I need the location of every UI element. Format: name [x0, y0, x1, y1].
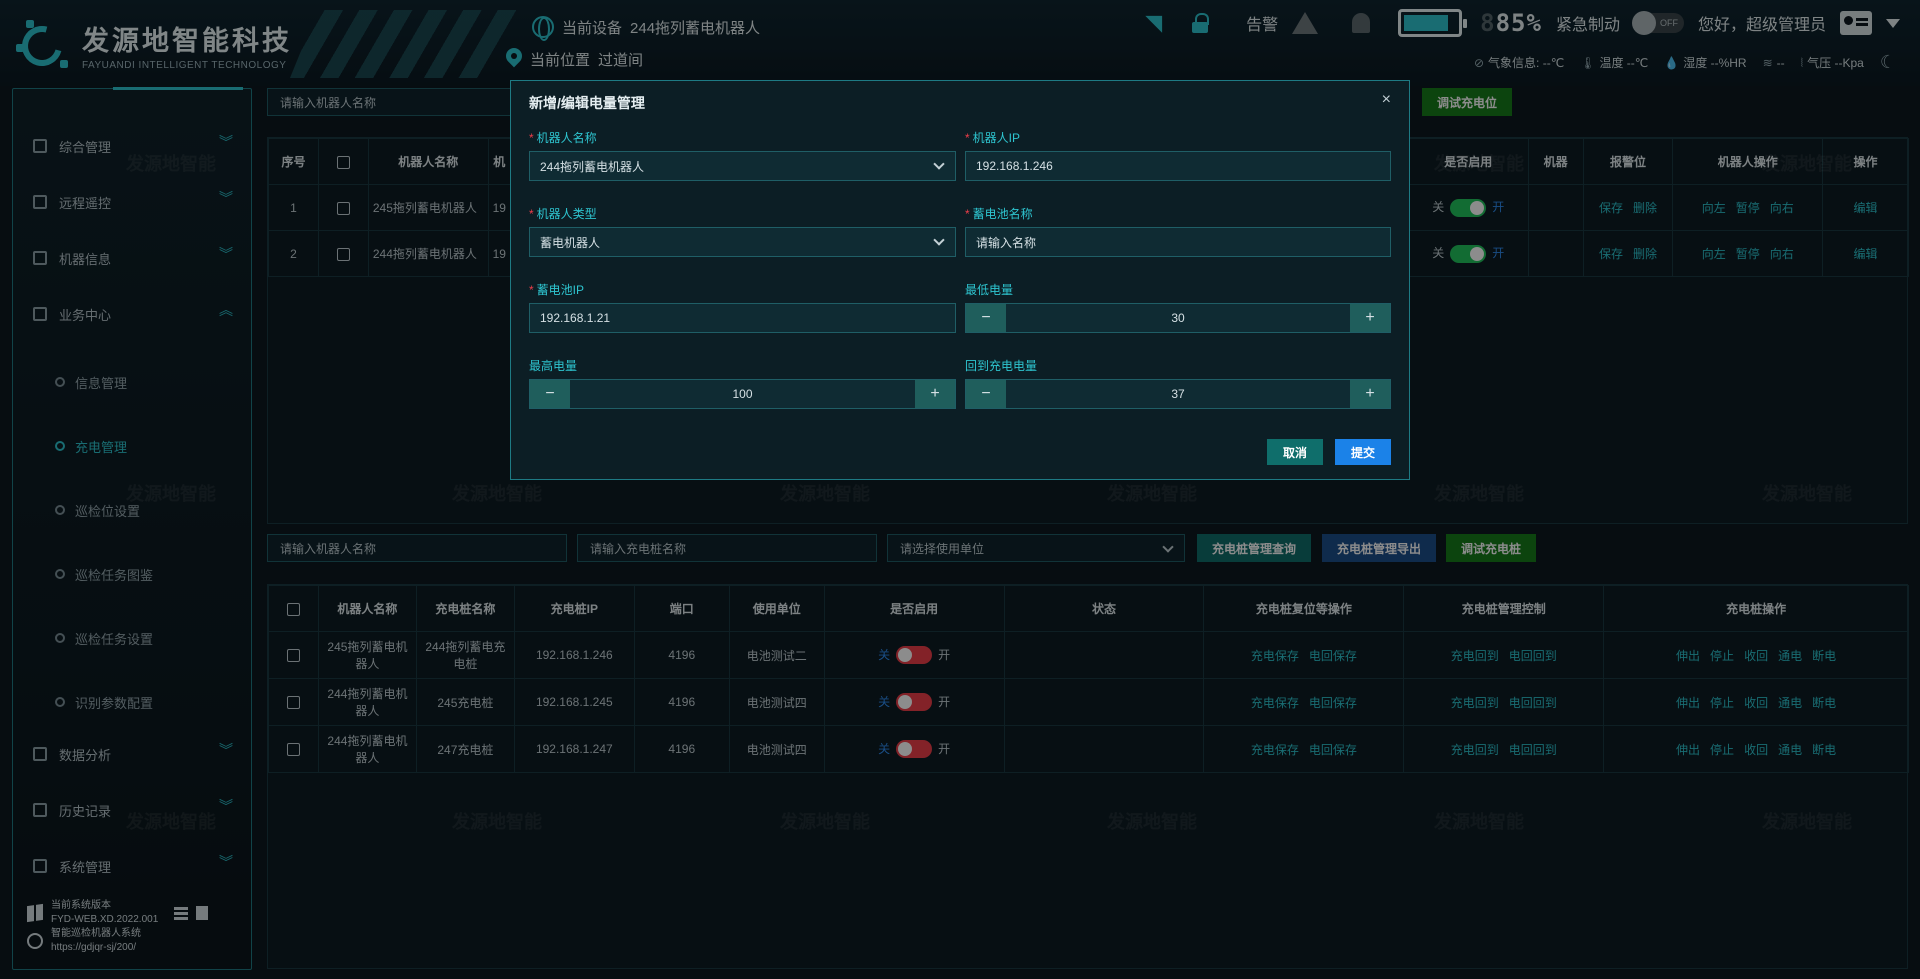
robot-name-label: * 机器人名称: [529, 131, 597, 145]
battery-ip-label: * 蓄电池IP: [529, 283, 585, 297]
plus-icon[interactable]: +: [915, 380, 955, 408]
power-management-modal: 新增/编辑电量管理 × * 机器人名称 244拖列蓄电机器人 * 机器人IP 192…: [510, 80, 1410, 480]
max-power-label: 最高电量: [529, 359, 578, 373]
submit-button[interactable]: 提交: [1335, 439, 1391, 465]
minus-icon[interactable]: −: [966, 380, 1006, 408]
return-power-label: 回到充电电量: [965, 359, 1038, 373]
minus-icon[interactable]: −: [966, 304, 1006, 332]
chevron-down-icon: [933, 234, 945, 246]
cancel-button[interactable]: 取消: [1267, 439, 1323, 465]
battery-name-label: * 蓄电池名称: [965, 207, 1033, 221]
robot-ip-label: * 机器人IP: [965, 131, 1021, 145]
robot-ip-field[interactable]: 192.168.1.246: [965, 151, 1391, 181]
chevron-down-icon: [933, 158, 945, 170]
min-power-label: 最低电量: [965, 283, 1014, 297]
max-power-stepper[interactable]: − 100 +: [529, 379, 956, 409]
plus-icon[interactable]: +: [1350, 380, 1390, 408]
close-icon[interactable]: ×: [1382, 91, 1391, 109]
battery-name-field[interactable]: 请输入名称: [965, 227, 1391, 257]
min-power-stepper[interactable]: − 30 +: [965, 303, 1391, 333]
plus-icon[interactable]: +: [1350, 304, 1390, 332]
robot-name-select[interactable]: 244拖列蓄电机器人: [529, 151, 956, 181]
modal-title: 新增/编辑电量管理: [529, 95, 645, 111]
return-power-stepper[interactable]: − 37 +: [965, 379, 1391, 409]
robot-type-select[interactable]: 蓄电机器人: [529, 227, 956, 257]
minus-icon[interactable]: −: [530, 380, 570, 408]
robot-type-label: * 机器人类型: [529, 207, 597, 221]
battery-ip-field[interactable]: 192.168.1.21: [529, 303, 956, 333]
